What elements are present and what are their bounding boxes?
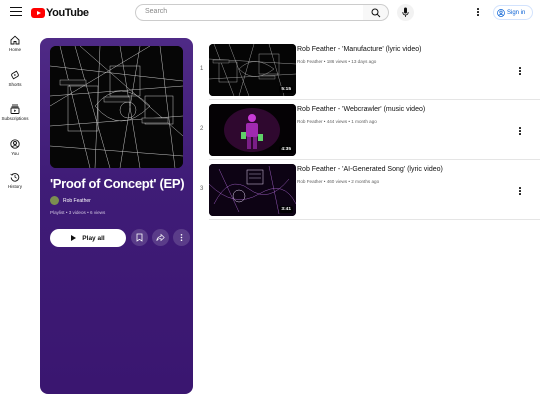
playlist-video-row[interactable]: 1 5:15 Rob Feather - 'Manufacture' (lyri…	[196, 40, 540, 98]
playlist-thumbnail-art	[50, 46, 183, 168]
video-title[interactable]: Rob Feather - 'Webcrawler' (music video)	[297, 106, 425, 113]
search-placeholder: Search	[145, 8, 168, 15]
nav-item-subscriptions[interactable]: Subscriptions	[0, 104, 30, 121]
you-icon	[10, 139, 20, 149]
sign-in-button[interactable]: Sign in	[493, 5, 533, 20]
playlist-thumbnail[interactable]	[50, 46, 183, 168]
nav-item-home[interactable]: Home	[0, 35, 30, 52]
video-menu-icon[interactable]	[518, 187, 522, 197]
playlist-video-row[interactable]: 3 3:41 Rob Feather - 'AI-Generated Song'…	[196, 160, 540, 218]
history-icon	[10, 173, 20, 182]
nav-item-you[interactable]: You	[0, 139, 30, 156]
nav-item-history[interactable]: History	[0, 172, 30, 189]
play-all-label: Play all	[82, 234, 105, 242]
play-all-button[interactable]: Play all	[50, 229, 126, 247]
playlist-title: 'Proof of Concept' (EP)	[50, 176, 185, 191]
sign-in-label: Sign in	[507, 9, 526, 16]
youtube-play-icon	[31, 8, 45, 18]
account-icon	[497, 8, 505, 17]
playlist-meta: Playlist • 3 videos • 6 views	[50, 210, 106, 215]
search-input[interactable]: Search	[135, 4, 364, 21]
video-meta: Rob Feather • 186 views • 13 days ago	[297, 59, 377, 64]
playlist-header: 'Proof of Concept' (EP) Rob Feather Play…	[40, 38, 193, 394]
video-index: 3	[200, 186, 204, 192]
video-index: 2	[200, 126, 204, 132]
nav-label-home: Home	[8, 47, 21, 52]
video-duration: 5:15	[279, 86, 293, 93]
more-actions-button[interactable]	[173, 229, 190, 246]
video-thumbnail[interactable]: 4:35	[209, 104, 296, 156]
video-thumbnail[interactable]: 3:41	[209, 164, 296, 216]
share-icon	[156, 233, 165, 242]
video-thumbnail[interactable]: 5:15	[209, 44, 296, 96]
voice-search-button[interactable]	[397, 4, 414, 21]
nav-label-subscriptions: Subscriptions	[1, 116, 29, 121]
subscriptions-icon	[10, 104, 20, 114]
video-duration: 3:41	[279, 206, 293, 213]
video-index: 1	[200, 66, 204, 72]
video-meta: Rob Feather • 460 views • 2 months ago	[297, 179, 380, 184]
microphone-icon	[402, 7, 409, 17]
save-playlist-button[interactable]	[131, 229, 148, 246]
nav-label-shorts: Shorts	[8, 82, 22, 87]
playlist-video-row[interactable]: 2 4:35 Rob Feather - 'Webcrawler' (music…	[196, 100, 540, 158]
owner-name: Rob Feather	[63, 197, 91, 204]
video-duration: 4:35	[279, 146, 293, 153]
play-icon	[71, 235, 77, 241]
nav-label-history: History	[7, 184, 22, 189]
youtube-logo[interactable]: YouTube	[31, 7, 89, 19]
logo-text: YouTube	[46, 7, 89, 19]
settings-menu-icon[interactable]	[476, 8, 480, 18]
row-divider	[209, 219, 540, 220]
menu-icon[interactable]	[10, 7, 22, 17]
home-icon	[10, 35, 20, 45]
bookmark-icon	[136, 233, 143, 242]
owner-avatar	[50, 196, 59, 205]
video-title[interactable]: Rob Feather - 'Manufacture' (lyric video…	[297, 46, 421, 53]
shorts-icon	[11, 70, 19, 80]
video-menu-icon[interactable]	[518, 127, 522, 137]
search-icon	[371, 8, 381, 18]
more-vertical-icon	[180, 234, 183, 241]
nav-label-you: You	[11, 151, 19, 156]
top-bar: YouTube Search Sign in	[0, 0, 540, 26]
video-meta: Rob Feather • 444 views • 1 month ago	[297, 119, 377, 124]
nav-item-shorts[interactable]: Shorts	[0, 70, 30, 87]
video-title[interactable]: Rob Feather - 'AI-Generated Song' (lyric…	[297, 166, 443, 173]
video-menu-icon[interactable]	[518, 67, 522, 77]
share-button[interactable]	[152, 229, 169, 246]
search-button[interactable]	[363, 4, 389, 21]
playlist-owner[interactable]: Rob Feather	[50, 196, 91, 205]
